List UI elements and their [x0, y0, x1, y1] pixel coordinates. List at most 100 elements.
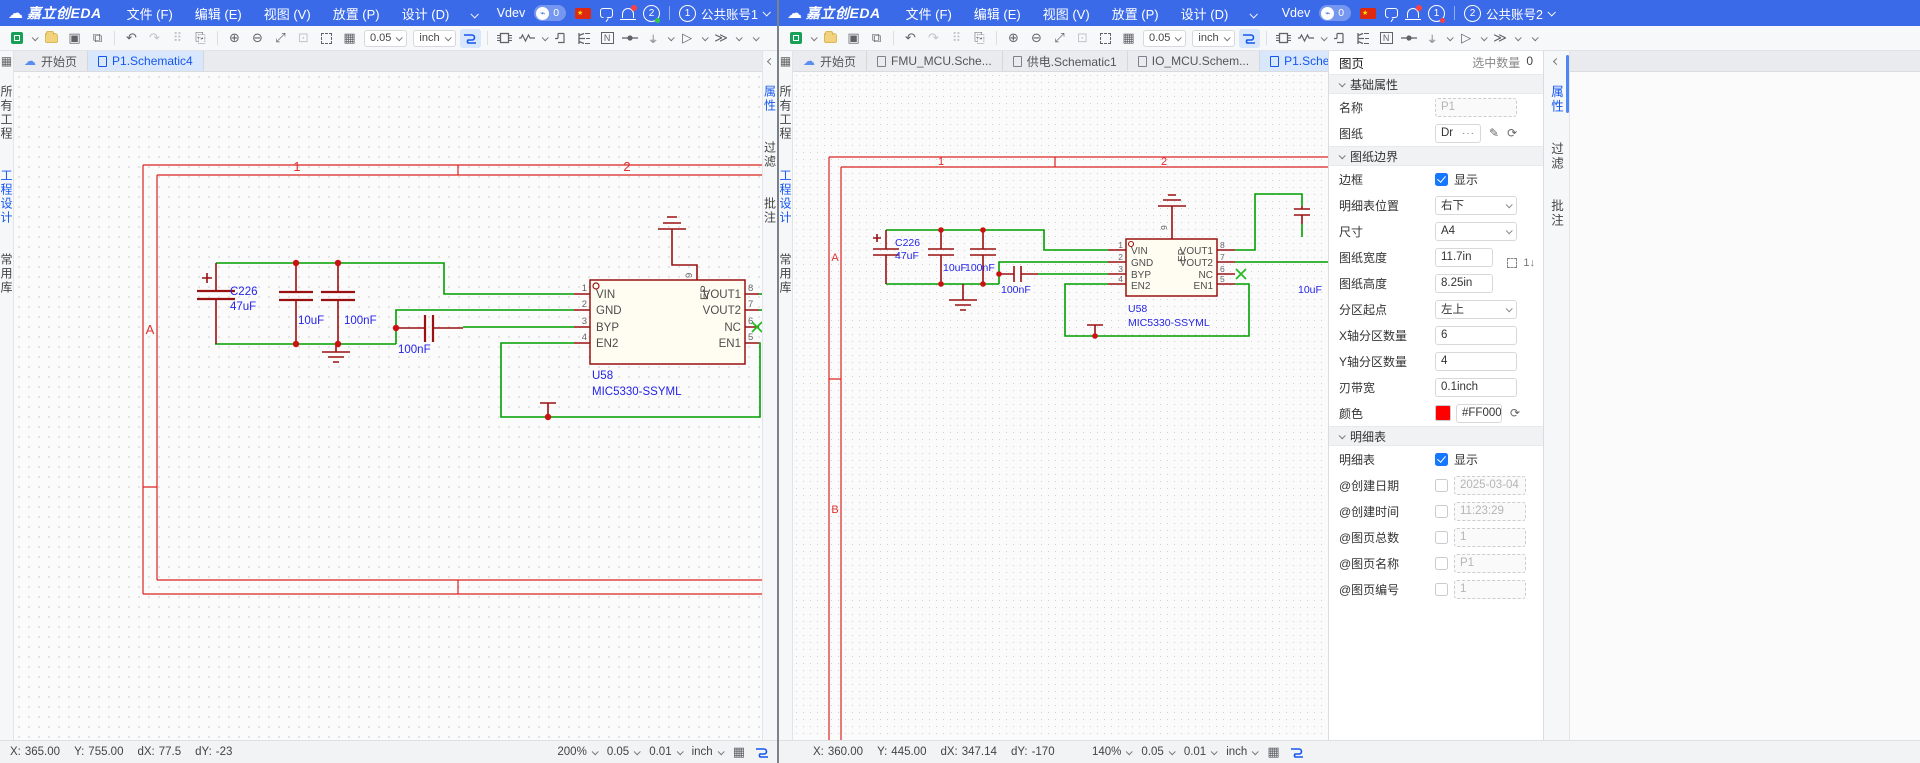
place-net-port-button[interactable]	[551, 29, 572, 48]
unit-dropdown-status[interactable]: inch	[1226, 746, 1257, 758]
color-hex-input[interactable]: #FF0000	[1456, 404, 1502, 423]
place-bus-entry-button[interactable]: ≫	[711, 29, 732, 48]
open-file-button[interactable]	[41, 29, 62, 48]
value-10uf-right[interactable]: 10uF	[1298, 284, 1322, 296]
capacitor-100nf[interactable]	[321, 263, 355, 344]
grid-size-dropdown[interactable]: 0.05	[364, 30, 407, 47]
place-gate-button[interactable]: ▷	[677, 29, 698, 48]
grid-icon[interactable]: ▦	[733, 744, 745, 760]
coin-badge[interactable]: ⌁ 0	[534, 5, 566, 21]
refresh-icon[interactable]: ⟳	[1507, 126, 1517, 140]
sidebar-tab-project-design[interactable]: 工程设计	[777, 169, 794, 225]
undo-button[interactable]: ↶	[121, 29, 142, 48]
undo-button[interactable]: ↶	[900, 29, 921, 48]
panel-pin-icon[interactable]	[763, 51, 777, 71]
section-basic-properties[interactable]: 基础属性	[1329, 74, 1543, 94]
zone-origin-select[interactable]: 左上	[1435, 300, 1517, 319]
sheet-size-select[interactable]: A4	[1435, 222, 1517, 241]
unit-dropdown[interactable]: inch	[413, 30, 455, 47]
value-100nf[interactable]: 100nF	[344, 315, 377, 327]
place-net-label-button[interactable]: N	[1376, 29, 1397, 48]
save-as-button[interactable]: ⧉	[87, 29, 108, 48]
place-bus-button[interactable]	[574, 29, 595, 48]
snap-dropdown[interactable]: 0.01	[1184, 746, 1216, 758]
band-width-input[interactable]: 0.1inch	[1435, 378, 1517, 397]
menu-design[interactable]: 设计 (D)	[1170, 4, 1240, 23]
place-power-button[interactable]: ⏚	[1422, 29, 1443, 48]
unit-dropdown-status[interactable]: inch	[692, 746, 723, 758]
zoom-region-button[interactable]: ⊡	[1072, 29, 1093, 48]
panel-tab-properties[interactable]: 属性	[1547, 85, 1566, 114]
panel-tab-annotation[interactable]: 批注	[1547, 199, 1566, 228]
place-net-port-button[interactable]	[1330, 29, 1351, 48]
value-47uf[interactable]: 47uF	[895, 250, 919, 262]
page-number-checkbox[interactable]	[1435, 583, 1448, 596]
place-junction-button[interactable]	[620, 29, 641, 48]
panel-tab-properties[interactable]: 属性	[762, 85, 779, 113]
sidebar-collapse-icon[interactable]: ▦	[0, 51, 13, 71]
place-gate-button[interactable]: ▷	[1456, 29, 1477, 48]
open-file-button[interactable]	[820, 29, 841, 48]
gnd-symbol-top[interactable]	[658, 217, 697, 280]
aspect-lock-icon[interactable]	[1507, 258, 1517, 268]
page-name-input[interactable]: P1	[1454, 554, 1526, 573]
value-10uf[interactable]: 10uF	[298, 315, 324, 327]
grid-size-dropdown[interactable]: 0.05	[1143, 30, 1186, 47]
sidebar-collapse-icon[interactable]: ▦	[779, 51, 792, 71]
refresh-icon[interactable]: ⟳	[1510, 406, 1520, 420]
more-tools-chevron-icon[interactable]	[745, 29, 766, 48]
edit-pencil-icon[interactable]: ✎	[1489, 126, 1499, 140]
tab-io-mcu[interactable]: IO_MCU.Schem...	[1128, 51, 1260, 71]
design-manager-chevron-icon[interactable]	[29, 29, 39, 48]
place-bus-button[interactable]	[1353, 29, 1374, 48]
wire-tool-button[interactable]	[1239, 29, 1260, 48]
array-button[interactable]: ⠿	[167, 29, 188, 48]
paste-button[interactable]: ⎘	[969, 29, 990, 48]
swap-dimensions-icon[interactable]: 1↓	[1523, 257, 1535, 269]
border-show-checkbox[interactable]	[1435, 173, 1448, 186]
zoom-region-button[interactable]: ⊡	[293, 29, 314, 48]
sidebar-tab-common-library[interactable]: 常用库	[0, 253, 15, 295]
collaborator-avatar[interactable]: 2	[643, 5, 660, 22]
zoom-level-dropdown[interactable]: 140%	[1092, 746, 1131, 758]
design-manager-button[interactable]	[6, 29, 27, 48]
save-button[interactable]: ▣	[843, 29, 864, 48]
panel-tab-filter[interactable]: 过滤	[1547, 142, 1566, 171]
coin-badge[interactable]: ⌁ 0	[1319, 5, 1351, 21]
sheet-width-input[interactable]: 11.7in	[1435, 248, 1493, 267]
capacitor-10uf-right[interactable]	[1294, 206, 1310, 224]
more-tools-chevron-icon[interactable]	[1524, 29, 1545, 48]
tab-schematic-p1[interactable]: P1.Schematic4	[88, 51, 204, 71]
select-tool-button[interactable]	[316, 29, 337, 48]
color-swatch[interactable]	[1435, 405, 1451, 421]
place-power-button[interactable]: ⏚	[643, 29, 664, 48]
value-100nf[interactable]: 100nF	[965, 262, 995, 274]
place-component-button[interactable]	[1273, 29, 1294, 48]
place-bus-entry-chevron-icon[interactable]	[1513, 29, 1522, 48]
account-menu[interactable]: 1 公共账号1	[679, 4, 769, 23]
wire-mode-icon[interactable]	[755, 746, 769, 758]
menu-more-chevron-icon[interactable]	[460, 6, 488, 21]
refdes-u58[interactable]: U58	[592, 370, 613, 382]
array-button[interactable]: ⠿	[946, 29, 967, 48]
menu-file[interactable]: 文件 (F)	[895, 4, 963, 23]
menu-design[interactable]: 设计 (D)	[391, 4, 461, 23]
zoom-out-button[interactable]: ⊖	[247, 29, 268, 48]
grid-toggle-button[interactable]: ▦	[1118, 29, 1139, 48]
value-100nf-byp[interactable]: 100nF	[1001, 284, 1031, 296]
wire-tool-button[interactable]	[460, 29, 481, 48]
value-47uf[interactable]: 47uF	[230, 301, 256, 313]
sidebar-tab-common-library[interactable]: 常用库	[777, 253, 794, 295]
collaborator-avatar[interactable]: 1	[1428, 5, 1445, 22]
place-bus-entry-chevron-icon[interactable]	[734, 29, 743, 48]
section-title-block[interactable]: 明细表	[1329, 426, 1543, 446]
capacitor-10uf[interactable]	[279, 263, 313, 344]
value-100nf-byp[interactable]: 100nF	[398, 344, 431, 356]
grid-toggle-button[interactable]: ▦	[339, 29, 360, 48]
x-zones-input[interactable]: 6	[1435, 326, 1517, 345]
menu-edit[interactable]: 编辑 (E)	[963, 4, 1032, 23]
grid-dropdown[interactable]: 0.05	[607, 746, 639, 758]
place-gate-chevron-icon[interactable]	[1479, 29, 1488, 48]
page-name-checkbox[interactable]	[1435, 557, 1448, 570]
page-number-input[interactable]: 1	[1454, 580, 1526, 599]
